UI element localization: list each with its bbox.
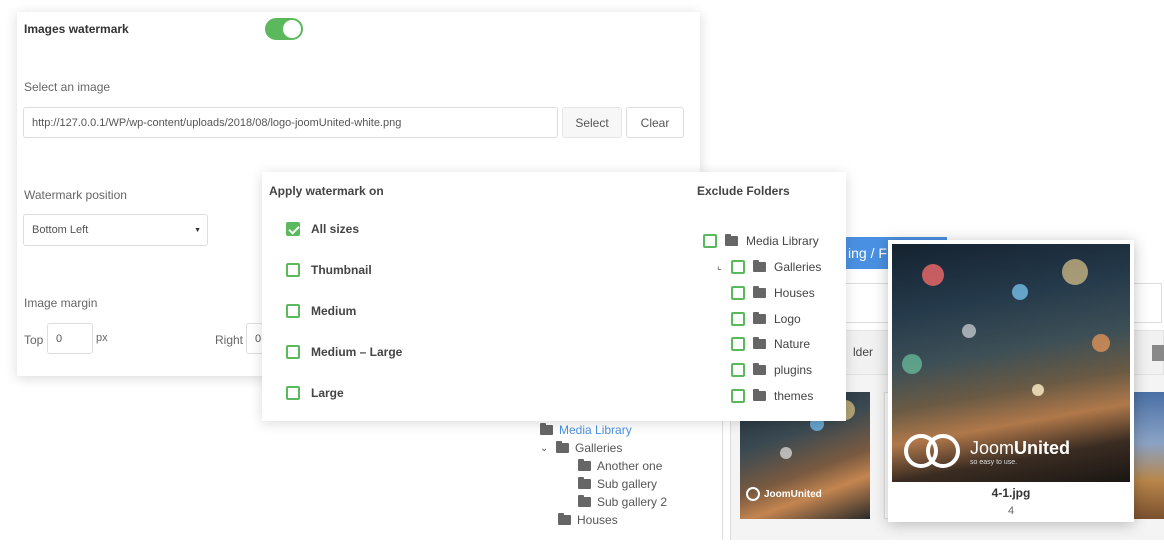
exclude-folder-logo[interactable]: Logo — [731, 312, 801, 326]
watermark-position-label: Watermark position — [24, 188, 127, 202]
bokeh — [1012, 284, 1028, 300]
exclude-folder-themes[interactable]: themes — [731, 389, 813, 403]
tree-item-another-one[interactable]: Another one — [578, 459, 662, 473]
folder-checkbox[interactable] — [731, 286, 745, 300]
folder-icon — [556, 441, 569, 453]
apply-watermark-panel: Apply watermark on All sizes Thumbnail M… — [262, 172, 846, 421]
folder-checkbox[interactable] — [731, 363, 745, 377]
bokeh — [962, 324, 976, 338]
tree-item-media-library[interactable]: Media Library — [540, 423, 632, 437]
select-image-label: Select an image — [24, 80, 111, 94]
folder-checkbox[interactable] — [731, 312, 745, 326]
all-sizes-checkbox[interactable] — [286, 222, 300, 236]
thumbnail-checkbox[interactable] — [286, 263, 300, 277]
image-margin-label: Image margin — [24, 296, 98, 310]
folder-icon — [725, 234, 738, 246]
large-label: Large — [311, 386, 344, 400]
preview-image: JoomUnited so easy to use. — [892, 244, 1130, 482]
medium-label: Medium — [311, 304, 357, 318]
preview-count: 4 — [1007, 505, 1015, 517]
folder-icon — [753, 337, 766, 349]
thumbnail-label: Thumbnail — [311, 263, 372, 277]
exclude-folder-houses[interactable]: Houses — [731, 286, 815, 300]
exclude-folder-galleries[interactable]: Galleries — [731, 260, 821, 274]
exclude-folder-nature[interactable]: Nature — [731, 337, 810, 351]
watermark-logo: JoomUnited so easy to use. — [904, 434, 1070, 470]
folder-checkbox[interactable] — [703, 234, 717, 248]
folder-icon — [558, 513, 571, 525]
tree-item-houses[interactable]: Houses — [558, 513, 618, 527]
folder-icon — [753, 389, 766, 401]
bokeh — [922, 264, 944, 286]
bokeh — [1032, 384, 1044, 396]
logo-mark-icon — [746, 487, 760, 501]
bokeh — [780, 447, 792, 459]
image-preview-card[interactable]: JoomUnited so easy to use. 4-1.jpg 4 — [888, 240, 1134, 522]
preview-filename: 4-1.jpg — [991, 486, 1031, 500]
medium-checkbox[interactable] — [286, 304, 300, 318]
logo-brand: JoomUnited — [970, 438, 1071, 458]
folder-tile[interactable] — [1152, 345, 1164, 361]
tree-elbow-icon[interactable]: ⌞ — [717, 261, 722, 272]
folder-icon — [753, 286, 766, 298]
caret-down-icon: ▼ — [194, 226, 201, 234]
tree-item-sub-gallery-2[interactable]: Sub gallery 2 — [578, 495, 667, 509]
bokeh — [1062, 259, 1088, 285]
image-url-input[interactable]: http://127.0.0.1/WP/wp-content/uploads/2… — [23, 107, 558, 138]
folder-icon — [753, 260, 766, 272]
exclude-folders-title: Exclude Folders — [697, 184, 790, 198]
exclude-folder-plugins[interactable]: plugins — [731, 363, 812, 377]
watermark-position-select[interactable]: Bottom Left ▼ — [23, 214, 208, 246]
folder-icon — [578, 459, 591, 471]
bokeh — [902, 354, 922, 374]
logo-mark-icon — [904, 434, 962, 470]
toggle-knob — [283, 20, 301, 38]
bokeh — [1092, 334, 1110, 352]
logo-text: JoomUnited so easy to use. — [970, 438, 1070, 466]
folder-icon — [753, 312, 766, 324]
folder-checkbox[interactable] — [731, 389, 745, 403]
top-unit: px — [96, 332, 108, 344]
medium-large-label: Medium – Large — [311, 345, 403, 359]
folder-icon — [578, 477, 591, 489]
watermark-logo: JoomUnited — [746, 487, 822, 501]
logo-ring — [926, 434, 960, 468]
chevron-down-icon[interactable]: ⌄ — [540, 443, 550, 454]
images-watermark-label: Images watermark — [24, 22, 129, 36]
tree-item-galleries[interactable]: ⌄ Galleries — [540, 441, 622, 455]
top-label: Top — [24, 333, 44, 347]
folder-icon — [753, 363, 766, 375]
large-checkbox[interactable] — [286, 386, 300, 400]
exclude-folder-media-library[interactable]: Media Library — [703, 234, 819, 248]
all-sizes-label: All sizes — [311, 222, 360, 236]
image-thumbnail[interactable] — [1134, 392, 1164, 519]
medium-large-checkbox[interactable] — [286, 345, 300, 359]
folder-checkbox[interactable] — [731, 337, 745, 351]
clear-button[interactable]: Clear — [626, 107, 684, 138]
folder-icon — [540, 423, 553, 435]
apply-watermark-title: Apply watermark on — [269, 184, 384, 198]
right-label: Right — [215, 333, 244, 347]
divider — [722, 400, 723, 540]
folder-checkbox[interactable] — [731, 260, 745, 274]
select-button[interactable]: Select — [562, 107, 622, 138]
folder-icon — [578, 495, 591, 507]
tree-item-sub-gallery[interactable]: Sub gallery — [578, 477, 657, 491]
watermark-toggle[interactable] — [265, 18, 303, 40]
top-margin-input[interactable]: 0 — [47, 323, 93, 354]
logo-tagline: so easy to use. — [970, 459, 1018, 466]
